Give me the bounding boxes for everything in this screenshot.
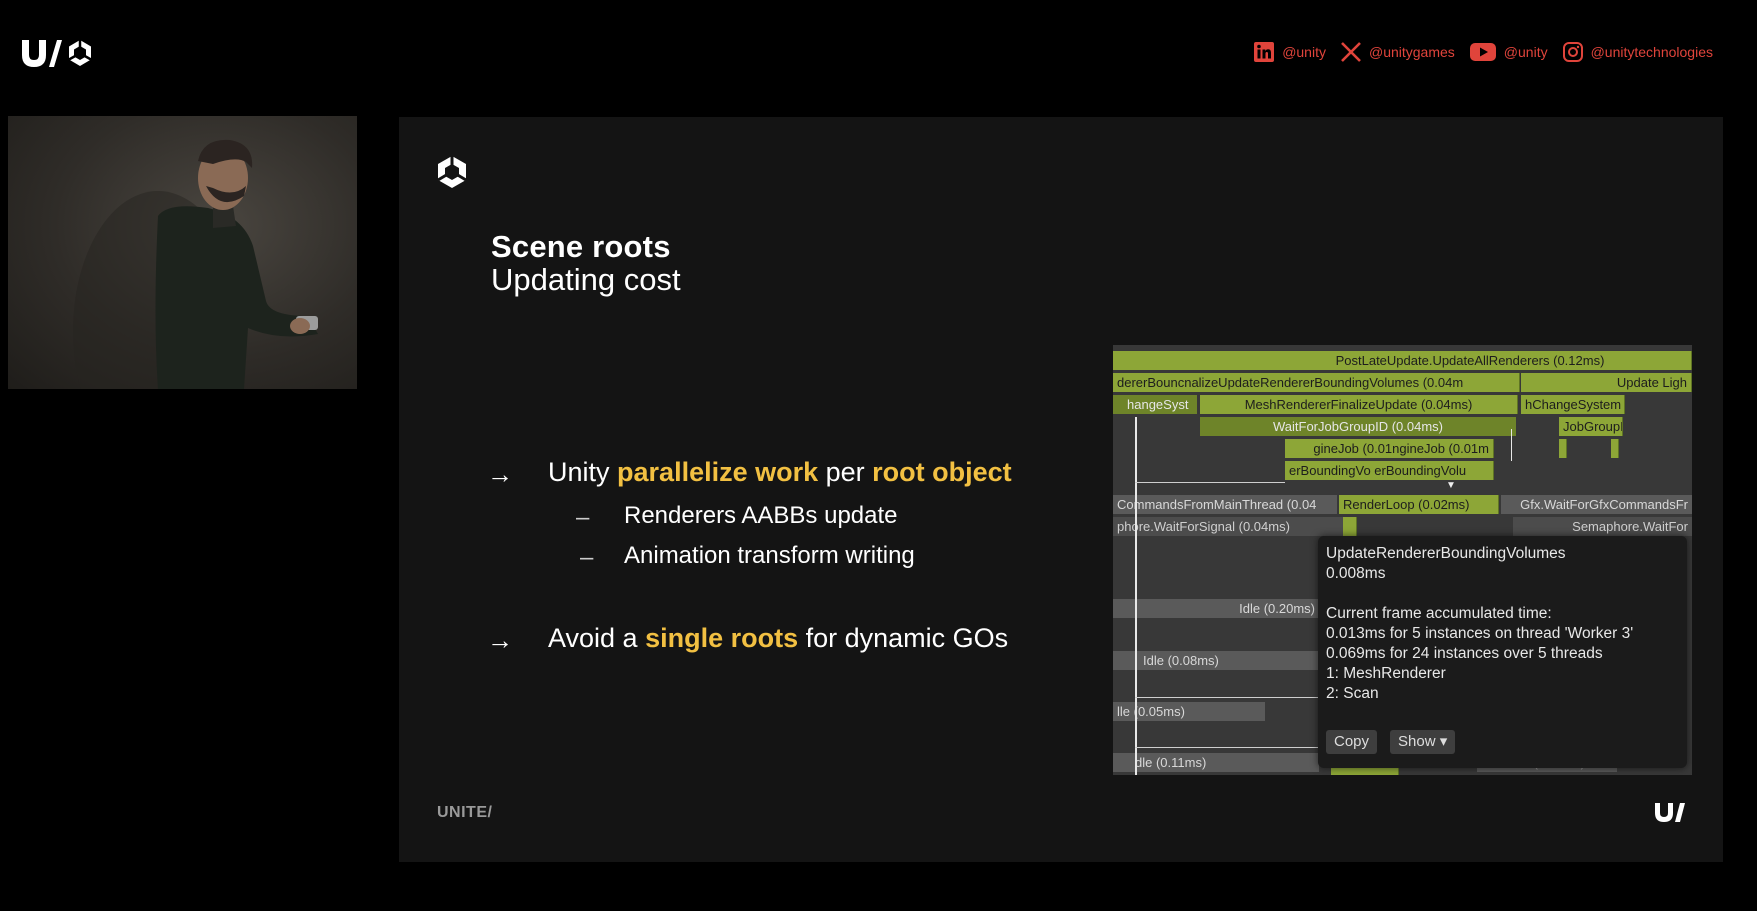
show-dropdown-button[interactable]: Show ▾ [1390,730,1456,754]
profiler-sample-bar[interactable]: PostLateUpdate.UpdateAllRenderers (0.12m… [1113,351,1692,370]
tooltip-spacer [1326,584,1679,604]
social-x[interactable]: @unitygames [1340,41,1455,63]
profiler-sample-bar[interactable]: Idle (0.20ms) [1113,599,1319,618]
profiler-sample-bar[interactable]: gineJob (0.01ngineJob (0.01m [1285,439,1494,458]
social-links: @unity @unitygames @unity @unitytechnolo… [1253,40,1713,64]
profiler-sample-bar[interactable]: dle (0.11ms) [1113,753,1319,772]
dash-icon: – [576,504,590,531]
profiler-sample-bar[interactable]: Gfx.WaitForGfxCommandsFr [1501,495,1692,514]
speaker-video [8,116,357,389]
social-linkedin[interactable]: @unity [1253,41,1326,63]
profiler-sample-bar[interactable]: Semaphore.WaitFor [1513,517,1692,536]
profiler-sample-bar[interactable]: phore.WaitForSignal (0.04ms) [1113,517,1343,536]
youtube-icon [1469,43,1496,61]
flow-event-line [1135,747,1325,748]
profiler-sample-bar[interactable] [1611,439,1619,458]
social-handle: @unity [1503,44,1548,60]
presentation-slide: Scene roots Updating cost → Unity parall… [399,117,1723,862]
arrow-right-icon: → [487,459,513,489]
profiler-sample-bar[interactable]: dererBouncnalizeUpdateRendererBoundingVo… [1113,373,1520,392]
social-youtube[interactable]: @unity [1469,41,1548,63]
chevron-down-icon[interactable]: ▼ [1446,480,1456,491]
flow-event-line [1135,482,1285,483]
tooltip-line: Current frame accumulated time: [1326,605,1552,622]
bullet-text: Avoid a [548,623,646,653]
profiler-sample-bar[interactable]: CommandsFromMainThread (0.04 [1113,495,1337,514]
profiler-sample-bar[interactable] [1559,439,1567,458]
bullet-text: for dynamic GOs [798,623,1009,653]
social-handle: @unitygames [1368,44,1455,60]
tooltip-line: 2: Scan [1326,685,1379,702]
x-icon [1341,42,1361,62]
profiler-sample-bar[interactable]: Idle (0.08ms) [1113,651,1319,670]
sub-item: Animation transform writing [624,542,915,569]
bullet-text: Unity [548,457,618,487]
profiler-sample-bar[interactable]: RenderLoop (0.02ms) [1339,495,1499,514]
highlight-text: root object [872,457,1012,487]
bullet-text: per [818,457,873,487]
profiler-sample-tooltip: UpdateRendererBoundingVolumes 0.008ms Cu… [1318,536,1687,768]
unity-cube-logo [437,156,467,188]
instagram-icon [1562,42,1583,62]
highlight-text: single roots [645,623,799,653]
social-handle: @unitytechnologies [1590,44,1713,60]
slide-subtitle: Updating cost [491,262,681,297]
profiler-sample-bar[interactable]: Update Ligh [1521,373,1692,392]
profiler-sample-bar[interactable]: JobGroupID (0 [1559,417,1623,436]
social-handle: @unity [1282,44,1326,60]
arrow-right-icon: → [487,625,513,655]
profiler-sample-bar[interactable]: WaitForJobGroupID (0.04ms) [1200,417,1516,436]
profiler-sample-bar[interactable]: MeshRendererFinalizeUpdate (0.04ms) [1200,395,1518,414]
profiler-timeline-screenshot: PostLateUpdate.UpdateAllRenderers (0.12m… [1113,345,1692,775]
tooltip-line: 1: MeshRenderer [1326,665,1446,682]
slide-title: Scene roots [491,229,671,264]
bullet-parallelize: Unity parallelize work per root object [548,457,1012,488]
profiler-sample-bar[interactable]: hChangeSystem [1521,395,1625,414]
unite-logo-mark [1655,803,1685,822]
dash-icon: – [580,544,594,571]
tooltip-sample-name: UpdateRendererBoundingVolumes [1326,545,1566,562]
flow-event-line [1135,417,1137,775]
flow-event-line [1511,429,1512,461]
profiler-sample-bar[interactable]: hangeSyst [1113,395,1197,414]
speaker-figure [73,139,318,389]
tooltip-line: 0.069ms for 24 instances over 5 threads [1326,645,1603,662]
unite-brand-label: UNITE/ [437,804,493,821]
sub-item: Renderers AABBs update [624,502,898,529]
flow-event-line [1135,697,1325,698]
copy-button[interactable]: Copy [1326,730,1378,754]
linkedin-icon [1254,42,1275,62]
tooltip-duration: 0.008ms [1326,565,1386,582]
social-instagram[interactable]: @unitytechnologies [1562,41,1713,63]
highlight-text: parallelize work [617,457,819,487]
tooltip-line: 0.013ms for 5 instances on thread 'Worke… [1326,625,1634,642]
unity-unite-logo [22,40,92,67]
bullet-single-roots: Avoid a single roots for dynamic GOs [548,623,1008,654]
profiler-sample-bar[interactable] [1343,517,1357,536]
profiler-sample-bar[interactable]: erBoundingVo erBoundingVolu [1285,461,1494,480]
